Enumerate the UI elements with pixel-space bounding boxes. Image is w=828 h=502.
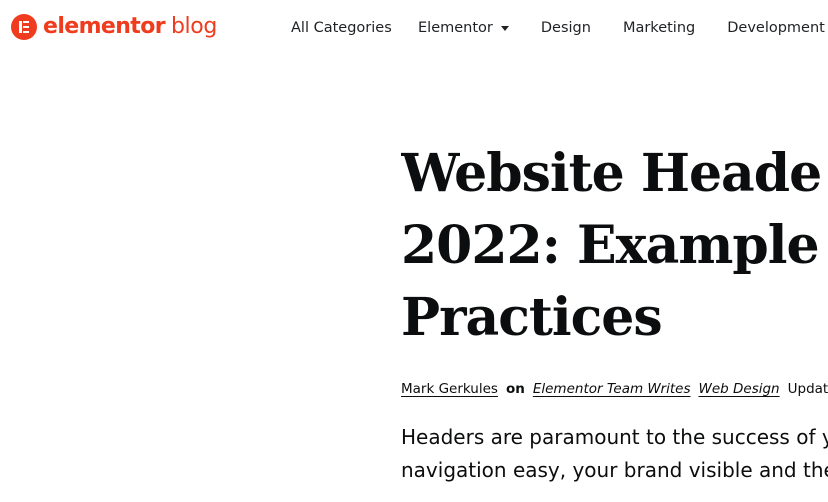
nav-item-design[interactable]: Design — [541, 18, 591, 38]
excerpt-line: Headers are paramount to the success of … — [401, 425, 828, 449]
article-meta: Mark Gerkules on Elementor Team Writes W… — [401, 381, 828, 397]
title-line: Website Heade — [401, 143, 822, 204]
nav-item-label: Development — [727, 20, 825, 36]
nav-item-label: Design — [540, 20, 591, 36]
nav-item-all-categories[interactable]: All Categories — [291, 18, 392, 38]
category-link-team-writes[interactable]: Elementor Team Writes — [533, 381, 691, 397]
nav-item-elementor[interactable]: Elementor — [418, 18, 509, 38]
nav-item-label: Elementor — [418, 20, 493, 36]
main-nav: All Categories Elementor Design Marketin… — [291, 18, 825, 38]
updated-text: Updat — [787, 381, 828, 397]
article-excerpt: Headers are paramount to the success of … — [401, 421, 828, 487]
caret-down-icon — [500, 25, 509, 31]
article: Website Heade 2022: Example Practices Ma… — [401, 138, 828, 487]
meta-on-text: on — [505, 381, 525, 397]
nav-item-label: Marketing — [622, 20, 696, 36]
brand-logo-link[interactable]: elementor blog — [11, 14, 217, 40]
category-link-web-design[interactable]: Web Design — [698, 381, 779, 397]
nav-item-marketing[interactable]: Marketing — [623, 18, 695, 38]
site-header: elementor blog All Categories Elementor … — [0, 0, 828, 56]
excerpt-line: navigation easy, your brand visible and … — [401, 458, 828, 482]
title-line: 2022: Example — [401, 215, 820, 276]
elementor-logo-icon — [11, 14, 37, 40]
nav-item-development[interactable]: Development — [727, 18, 825, 38]
brand-sub: blog — [170, 14, 217, 39]
author-link[interactable]: Mark Gerkules — [401, 381, 498, 397]
nav-item-label: All Categories — [291, 20, 392, 36]
brand-name: elementor — [43, 14, 166, 39]
title-line: Practices — [401, 287, 663, 348]
article-title: Website Heade 2022: Example Practices — [401, 138, 828, 354]
